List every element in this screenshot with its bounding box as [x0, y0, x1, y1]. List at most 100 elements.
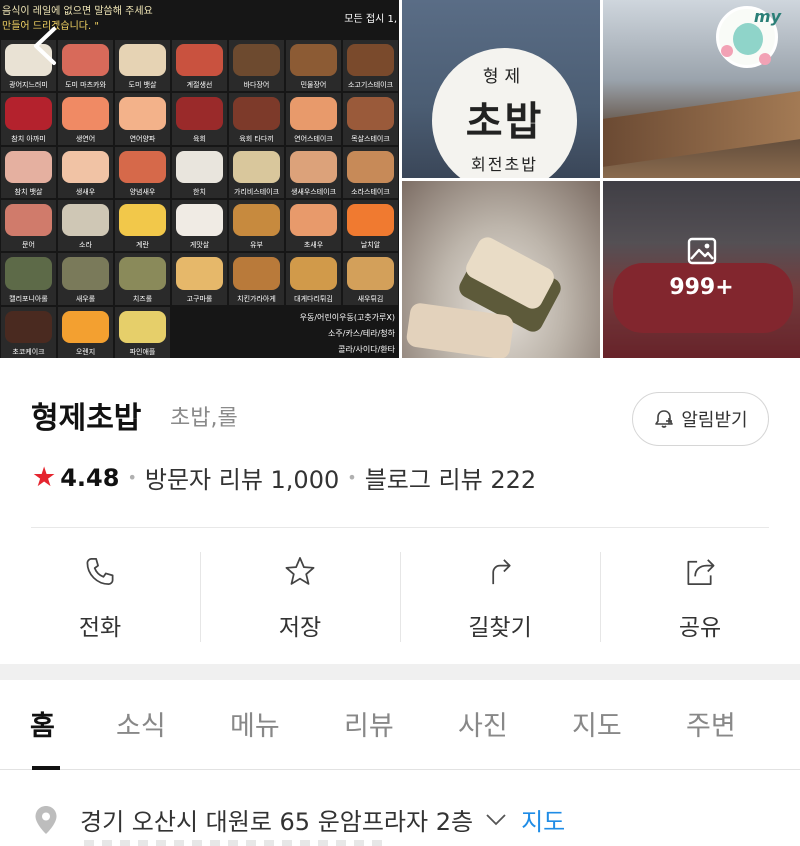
menu-item-photo: 민물장어	[286, 40, 341, 92]
photo-gallery[interactable]: 음식이 레일에 없으면 말씀해 주세요 만들어 드리겠습니다. " 모든 접시 …	[0, 0, 800, 360]
review-stats: ★ 4.48 • 방문자 리뷰 1,000 • 블로그 리뷰 222	[32, 460, 536, 495]
sign-line2: 초밥	[465, 99, 544, 145]
tab-home[interactable]: 홈	[30, 704, 55, 743]
back-arrow-icon[interactable]	[28, 26, 62, 66]
dish-image	[62, 310, 109, 343]
tab-map[interactable]: 지도	[572, 704, 622, 743]
location-pin-icon	[35, 805, 57, 834]
menu-item-photo: 유부	[229, 199, 284, 252]
dish-image	[290, 203, 337, 237]
menu-item-name: 고구마롤	[186, 294, 213, 303]
menu-item-photo: 도미 뱃살	[115, 40, 170, 92]
menu-item-name: 생새우	[75, 187, 96, 196]
dish-image	[119, 97, 166, 130]
restaurant-sign-photo[interactable]: 형제 초밥 회전초밥	[402, 0, 600, 178]
dish-image	[347, 257, 394, 290]
dish-image	[290, 44, 337, 77]
menu-notice-line1: 음식이 레일에 없으면 말씀해 주세요	[2, 6, 153, 17]
dish-image	[5, 97, 52, 130]
action-label: 전화	[78, 615, 122, 641]
save-button[interactable]: 저장	[200, 550, 400, 642]
dish-image	[176, 44, 223, 77]
truncated-content	[84, 840, 384, 846]
menu-item-name: 게맛살	[189, 241, 210, 250]
tab-photos[interactable]: 사진	[458, 704, 508, 743]
menu-item-name: 초새우	[303, 241, 324, 250]
menu-item-name: 목살스테이크	[351, 134, 390, 143]
notify-button[interactable]: 알림받기	[632, 392, 769, 446]
dish-image	[62, 97, 109, 130]
menu-item-name: 바다장어	[243, 81, 270, 90]
dish-image	[119, 150, 166, 183]
menu-item-name: 계란	[136, 241, 149, 250]
menu-item-name: 새우롤	[75, 294, 96, 303]
dish-image	[347, 150, 394, 183]
tab-bar: 홈 소식 메뉴 리뷰 사진 지도 주변	[0, 680, 800, 770]
dish-image	[347, 97, 394, 130]
sushi-plate-photo[interactable]	[402, 181, 600, 358]
dish-image	[347, 44, 394, 77]
menu-item-name: 민물장어	[300, 81, 327, 90]
interior-photo[interactable]: my	[603, 0, 800, 178]
map-link[interactable]: 지도	[521, 802, 565, 837]
separator-dot: •	[127, 468, 137, 487]
menu-item-name: 연어양파	[129, 134, 156, 143]
menu-item-name: 날치알	[360, 241, 381, 250]
notify-label: 알림받기	[681, 410, 748, 431]
menu-item-photo: 참치 아까미	[1, 93, 56, 145]
action-label: 길찾기	[468, 615, 532, 641]
more-photos-tile[interactable]: 999+	[603, 181, 800, 358]
menu-item-name: 치킨가라아게	[237, 294, 276, 303]
dish-image	[62, 203, 109, 237]
directions-button[interactable]: 길찾기	[400, 550, 600, 642]
share-button[interactable]: 공유	[600, 550, 800, 642]
photo-icon	[687, 237, 717, 265]
menu-item-name: 계절생선	[186, 81, 213, 90]
my-profile-badge[interactable]: my	[716, 6, 781, 68]
dish-image	[233, 97, 280, 130]
tab-nearby[interactable]: 주변	[686, 704, 736, 743]
visitor-reviews-link[interactable]: 방문자 리뷰 1,000	[145, 460, 339, 495]
call-button[interactable]: 전화	[0, 550, 200, 642]
menu-item-photo: 연어스테이크	[286, 93, 341, 145]
star-icon	[285, 557, 315, 585]
tab-menu[interactable]: 메뉴	[230, 704, 280, 743]
dish-image	[5, 257, 52, 290]
separator-dot: •	[347, 468, 357, 487]
menu-item-photo: 생연어	[58, 93, 113, 145]
action-bar: 전화 저장 길찾기 공유	[0, 550, 800, 642]
dish-image	[176, 257, 223, 290]
menu-item-name: 새우튀김	[357, 294, 384, 303]
sign-disc: 형제 초밥 회전초밥	[432, 48, 577, 178]
menu-board-photo[interactable]: 음식이 레일에 없으면 말씀해 주세요 만들어 드리겠습니다. " 모든 접시 …	[0, 0, 399, 358]
menu-item-photo: 대게다리튀김	[286, 253, 341, 305]
menu-item-photo: 고구마롤	[172, 253, 227, 305]
menu-item-photo: 계란	[115, 199, 170, 252]
tab-reviews[interactable]: 리뷰	[344, 704, 394, 743]
chevron-down-icon[interactable]	[485, 813, 507, 827]
action-label: 공유	[678, 615, 722, 641]
dish-image	[290, 97, 337, 130]
menu-item-name: 생연어	[75, 134, 96, 143]
menu-item-name: 육회	[193, 134, 206, 143]
menu-item-name: 생새우스테이크	[290, 187, 337, 196]
menu-item-photo: 치즈롤	[115, 253, 170, 305]
dish-image	[5, 310, 52, 343]
address-text: 경기 오산시 대원로 65 운암프라자 2층	[80, 808, 474, 836]
menu-item-photo: 새우튀김	[343, 253, 398, 305]
tab-news[interactable]: 소식	[116, 704, 166, 743]
dish-image	[176, 97, 223, 130]
section-separator	[0, 664, 800, 680]
dish-image	[119, 310, 166, 343]
menu-item-photo: 소라	[58, 199, 113, 252]
avatar	[733, 23, 763, 55]
menu-item-name: 육회 타다끼	[239, 134, 274, 143]
address-row[interactable]: 경기 오산시 대원로 65 운암프라자 2층 지도	[34, 802, 565, 837]
menu-item-name: 연어스테이크	[294, 134, 333, 143]
menu-item-name: 대게다리튀김	[294, 294, 333, 303]
menu-item-name: 문어	[22, 241, 35, 250]
blog-reviews-link[interactable]: 블로그 리뷰 222	[365, 460, 536, 495]
menu-item-photo: 바다장어	[229, 40, 284, 92]
dish-image	[176, 203, 223, 237]
menu-extra-line: 소주/카스/테라/청하	[328, 329, 395, 338]
